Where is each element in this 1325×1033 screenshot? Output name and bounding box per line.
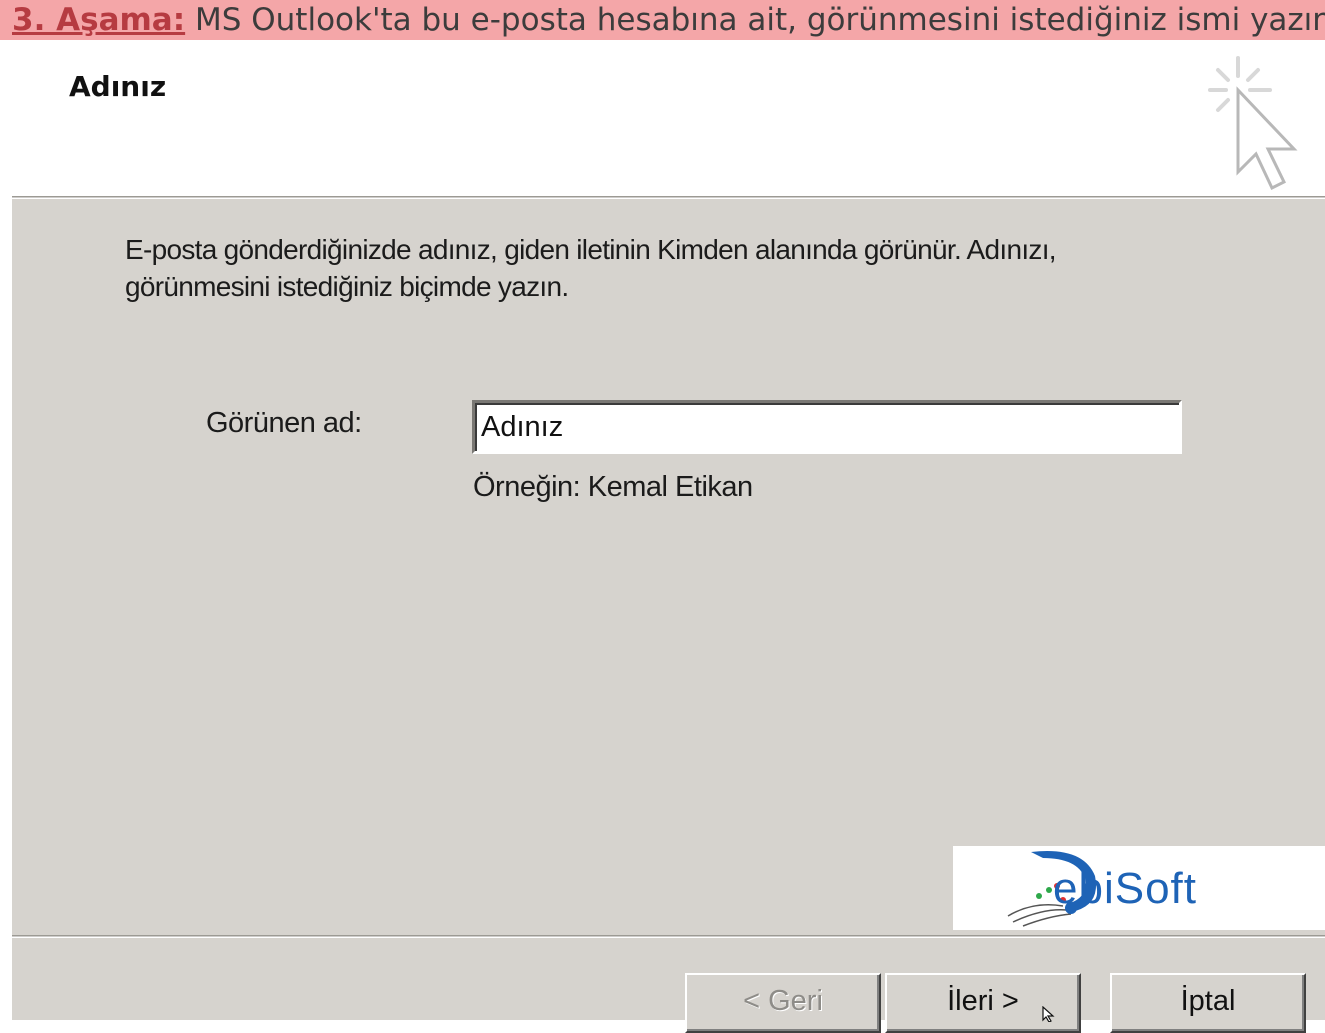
next-button[interactable]: İleri > — [885, 973, 1081, 1033]
debisoft-logo: ebiSoft — [953, 846, 1325, 930]
wizard-cursor-icon — [1208, 56, 1298, 191]
wizard-header: Adınız — [0, 40, 1325, 196]
description-text: E-posta gönderdiğinizde adınız, giden il… — [125, 234, 1057, 302]
instruction-banner: 3. Aşama: MS Outlook'ta bu e-posta hesab… — [0, 0, 1325, 40]
cancel-button[interactable]: İptal — [1110, 973, 1306, 1033]
wizard-body: E-posta gönderdiğinizde adınız, giden il… — [12, 199, 1325, 1033]
logo-text: ebiSoft — [1053, 864, 1197, 913]
footer-divider — [12, 935, 1325, 938]
example-hint: Örneğin: Kemal Etikan — [473, 471, 753, 503]
page-title: Adınız — [69, 70, 167, 103]
step-label: 3. Aşama: — [12, 2, 186, 38]
display-name-input[interactable] — [472, 400, 1182, 454]
back-button[interactable]: < Geri — [685, 973, 881, 1033]
display-name-label: Görünen ad: — [206, 407, 362, 439]
instruction-text: MS Outlook'ta bu e-posta hesabına ait, g… — [185, 2, 1325, 38]
